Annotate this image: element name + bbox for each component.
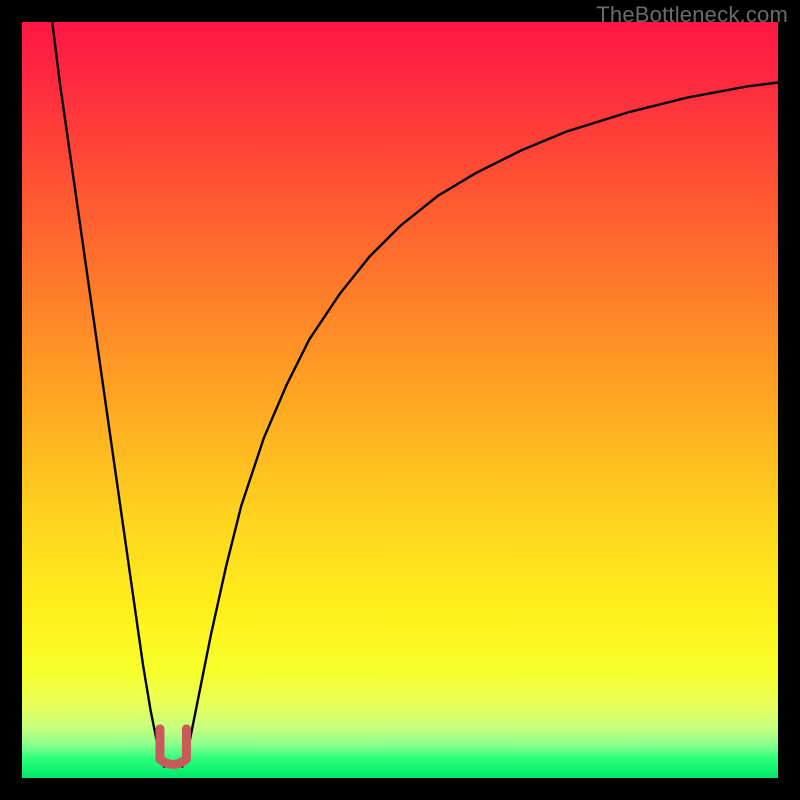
bottleneck-chart bbox=[22, 22, 778, 778]
watermark-text: TheBottleneck.com bbox=[596, 2, 788, 28]
gradient-background bbox=[22, 22, 778, 778]
chart-frame: TheBottleneck.com bbox=[0, 0, 800, 800]
